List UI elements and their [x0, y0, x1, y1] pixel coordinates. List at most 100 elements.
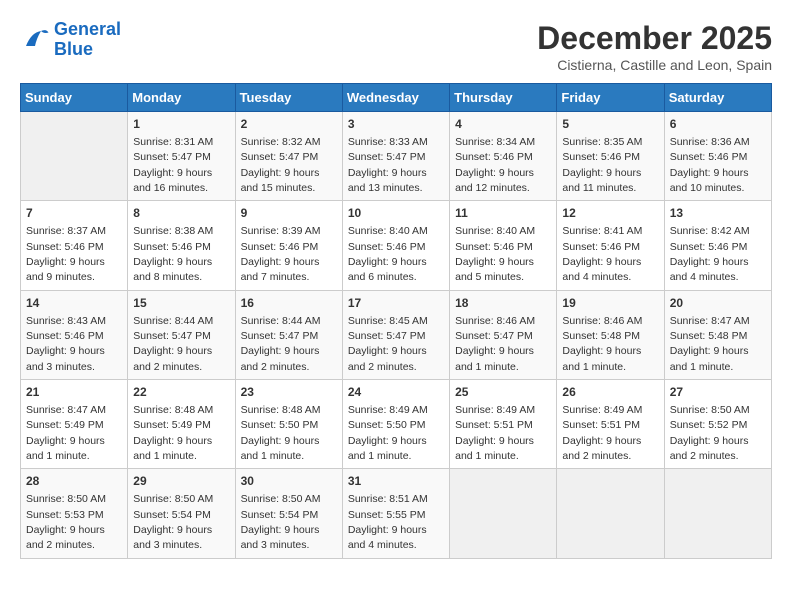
day-number: 21: [26, 384, 122, 401]
day-info: Sunrise: 8:35 AM Sunset: 5:46 PM Dayligh…: [562, 136, 642, 194]
calendar-cell: 20 Sunrise: 8:47 AM Sunset: 5:48 PM Dayli…: [664, 290, 771, 379]
day-number: 19: [562, 295, 658, 312]
day-number: 14: [26, 295, 122, 312]
day-info: Sunrise: 8:48 AM Sunset: 5:49 PM Dayligh…: [133, 404, 213, 462]
day-number: 2: [241, 116, 337, 133]
day-number: 30: [241, 473, 337, 490]
day-header-friday: Friday: [557, 84, 664, 112]
calendar-cell: 10 Sunrise: 8:40 AM Sunset: 5:46 PM Dayli…: [342, 201, 449, 290]
week-row-5: 28 Sunrise: 8:50 AM Sunset: 5:53 PM Dayli…: [21, 469, 772, 558]
day-info: Sunrise: 8:49 AM Sunset: 5:50 PM Dayligh…: [348, 404, 428, 462]
logo: General Blue: [20, 20, 121, 60]
calendar-cell: [557, 469, 664, 558]
calendar-cell: 15 Sunrise: 8:44 AM Sunset: 5:47 PM Dayli…: [128, 290, 235, 379]
calendar-cell: 18Sunrise: 8:46 AM Sunset: 5:47 PM Dayli…: [450, 290, 557, 379]
month-title: December 2025: [537, 20, 772, 57]
day-header-monday: Monday: [128, 84, 235, 112]
calendar-cell: 16Sunrise: 8:44 AM Sunset: 5:47 PM Dayli…: [235, 290, 342, 379]
calendar-cell: 22 Sunrise: 8:48 AM Sunset: 5:49 PM Dayli…: [128, 380, 235, 469]
calendar-cell: 1 Sunrise: 8:31 AM Sunset: 5:47 PM Daylig…: [128, 112, 235, 201]
day-info: Sunrise: 8:50 AM Sunset: 5:54 PM Dayligh…: [241, 493, 321, 551]
calendar-cell: 31 Sunrise: 8:51 AM Sunset: 5:55 PM Dayli…: [342, 469, 449, 558]
day-header-tuesday: Tuesday: [235, 84, 342, 112]
week-row-4: 21 Sunrise: 8:47 AM Sunset: 5:49 PM Dayli…: [21, 380, 772, 469]
day-number: 27: [670, 384, 766, 401]
calendar-cell: 6 Sunrise: 8:36 AM Sunset: 5:46 PM Daylig…: [664, 112, 771, 201]
day-info: Sunrise: 8:39 AM Sunset: 5:46 PM Dayligh…: [241, 225, 321, 283]
calendar-cell: 23Sunrise: 8:48 AM Sunset: 5:50 PM Dayli…: [235, 380, 342, 469]
calendar-cell: 12 Sunrise: 8:41 AM Sunset: 5:46 PM Dayli…: [557, 201, 664, 290]
day-number: 24: [348, 384, 444, 401]
calendar-cell: 30 Sunrise: 8:50 AM Sunset: 5:54 PM Dayli…: [235, 469, 342, 558]
day-info: Sunrise: 8:42 AM Sunset: 5:46 PM Dayligh…: [670, 225, 750, 283]
day-info: Sunrise: 8:40 AM Sunset: 5:46 PM Dayligh…: [455, 225, 535, 283]
calendar-cell: 24 Sunrise: 8:49 AM Sunset: 5:50 PM Dayli…: [342, 380, 449, 469]
day-info: Sunrise: 8:44 AM Sunset: 5:47 PM Dayligh…: [241, 315, 321, 373]
logo-text: General Blue: [54, 20, 121, 60]
calendar-cell: 9Sunrise: 8:39 AM Sunset: 5:46 PM Daylig…: [235, 201, 342, 290]
day-header-saturday: Saturday: [664, 84, 771, 112]
day-number: 12: [562, 205, 658, 222]
day-number: 4: [455, 116, 551, 133]
day-number: 28: [26, 473, 122, 490]
day-info: Sunrise: 8:47 AM Sunset: 5:48 PM Dayligh…: [670, 315, 750, 373]
calendar-cell: 19 Sunrise: 8:46 AM Sunset: 5:48 PM Dayli…: [557, 290, 664, 379]
day-info: Sunrise: 8:49 AM Sunset: 5:51 PM Dayligh…: [562, 404, 642, 462]
calendar-header-row: SundayMondayTuesdayWednesdayThursdayFrid…: [21, 84, 772, 112]
day-info: Sunrise: 8:50 AM Sunset: 5:52 PM Dayligh…: [670, 404, 750, 462]
day-info: Sunrise: 8:43 AM Sunset: 5:46 PM Dayligh…: [26, 315, 106, 373]
day-number: 1: [133, 116, 229, 133]
calendar-table: SundayMondayTuesdayWednesdayThursdayFrid…: [20, 83, 772, 559]
day-info: Sunrise: 8:49 AM Sunset: 5:51 PM Dayligh…: [455, 404, 535, 462]
calendar-cell: 4 Sunrise: 8:34 AM Sunset: 5:46 PM Daylig…: [450, 112, 557, 201]
day-number: 10: [348, 205, 444, 222]
calendar-cell: [664, 469, 771, 558]
day-number: 13: [670, 205, 766, 222]
calendar-cell: 25 Sunrise: 8:49 AM Sunset: 5:51 PM Dayli…: [450, 380, 557, 469]
day-number: 18: [455, 295, 551, 312]
day-number: 6: [670, 116, 766, 133]
day-number: 23: [241, 384, 337, 401]
day-info: Sunrise: 8:34 AM Sunset: 5:46 PM Dayligh…: [455, 136, 535, 194]
day-number: 3: [348, 116, 444, 133]
day-header-sunday: Sunday: [21, 84, 128, 112]
week-row-3: 14 Sunrise: 8:43 AM Sunset: 5:46 PM Dayli…: [21, 290, 772, 379]
calendar-cell: 3 Sunrise: 8:33 AM Sunset: 5:47 PM Daylig…: [342, 112, 449, 201]
day-info: Sunrise: 8:44 AM Sunset: 5:47 PM Dayligh…: [133, 315, 213, 373]
day-number: 20: [670, 295, 766, 312]
logo-icon: [20, 25, 50, 55]
calendar-cell: 27 Sunrise: 8:50 AM Sunset: 5:52 PM Dayli…: [664, 380, 771, 469]
day-info: Sunrise: 8:46 AM Sunset: 5:48 PM Dayligh…: [562, 315, 642, 373]
day-number: 15: [133, 295, 229, 312]
calendar-cell: 11 Sunrise: 8:40 AM Sunset: 5:46 PM Dayli…: [450, 201, 557, 290]
calendar-cell: 17Sunrise: 8:45 AM Sunset: 5:47 PM Dayli…: [342, 290, 449, 379]
calendar-cell: 2Sunrise: 8:32 AM Sunset: 5:47 PM Daylig…: [235, 112, 342, 201]
day-info: Sunrise: 8:47 AM Sunset: 5:49 PM Dayligh…: [26, 404, 106, 462]
title-block: December 2025 Cistierna, Castille and Le…: [537, 20, 772, 73]
week-row-1: 1 Sunrise: 8:31 AM Sunset: 5:47 PM Daylig…: [21, 112, 772, 201]
day-number: 5: [562, 116, 658, 133]
day-number: 11: [455, 205, 551, 222]
day-info: Sunrise: 8:36 AM Sunset: 5:46 PM Dayligh…: [670, 136, 750, 194]
calendar-cell: 8Sunrise: 8:38 AM Sunset: 5:46 PM Daylig…: [128, 201, 235, 290]
day-number: 26: [562, 384, 658, 401]
day-info: Sunrise: 8:37 AM Sunset: 5:46 PM Dayligh…: [26, 225, 106, 283]
day-header-thursday: Thursday: [450, 84, 557, 112]
day-info: Sunrise: 8:31 AM Sunset: 5:47 PM Dayligh…: [133, 136, 213, 194]
day-number: 31: [348, 473, 444, 490]
calendar-cell: 29Sunrise: 8:50 AM Sunset: 5:54 PM Dayli…: [128, 469, 235, 558]
day-info: Sunrise: 8:51 AM Sunset: 5:55 PM Dayligh…: [348, 493, 428, 551]
calendar-cell: 26 Sunrise: 8:49 AM Sunset: 5:51 PM Dayli…: [557, 380, 664, 469]
day-number: 7: [26, 205, 122, 222]
day-number: 22: [133, 384, 229, 401]
calendar-cell: 28 Sunrise: 8:50 AM Sunset: 5:53 PM Dayli…: [21, 469, 128, 558]
calendar-cell: 21 Sunrise: 8:47 AM Sunset: 5:49 PM Dayli…: [21, 380, 128, 469]
day-number: 25: [455, 384, 551, 401]
day-info: Sunrise: 8:50 AM Sunset: 5:54 PM Dayligh…: [133, 493, 213, 551]
day-info: Sunrise: 8:50 AM Sunset: 5:53 PM Dayligh…: [26, 493, 106, 551]
day-info: Sunrise: 8:41 AM Sunset: 5:46 PM Dayligh…: [562, 225, 642, 283]
location-subtitle: Cistierna, Castille and Leon, Spain: [537, 57, 772, 73]
day-info: Sunrise: 8:33 AM Sunset: 5:47 PM Dayligh…: [348, 136, 428, 194]
day-info: Sunrise: 8:40 AM Sunset: 5:46 PM Dayligh…: [348, 225, 428, 283]
day-info: Sunrise: 8:38 AM Sunset: 5:46 PM Dayligh…: [133, 225, 213, 283]
